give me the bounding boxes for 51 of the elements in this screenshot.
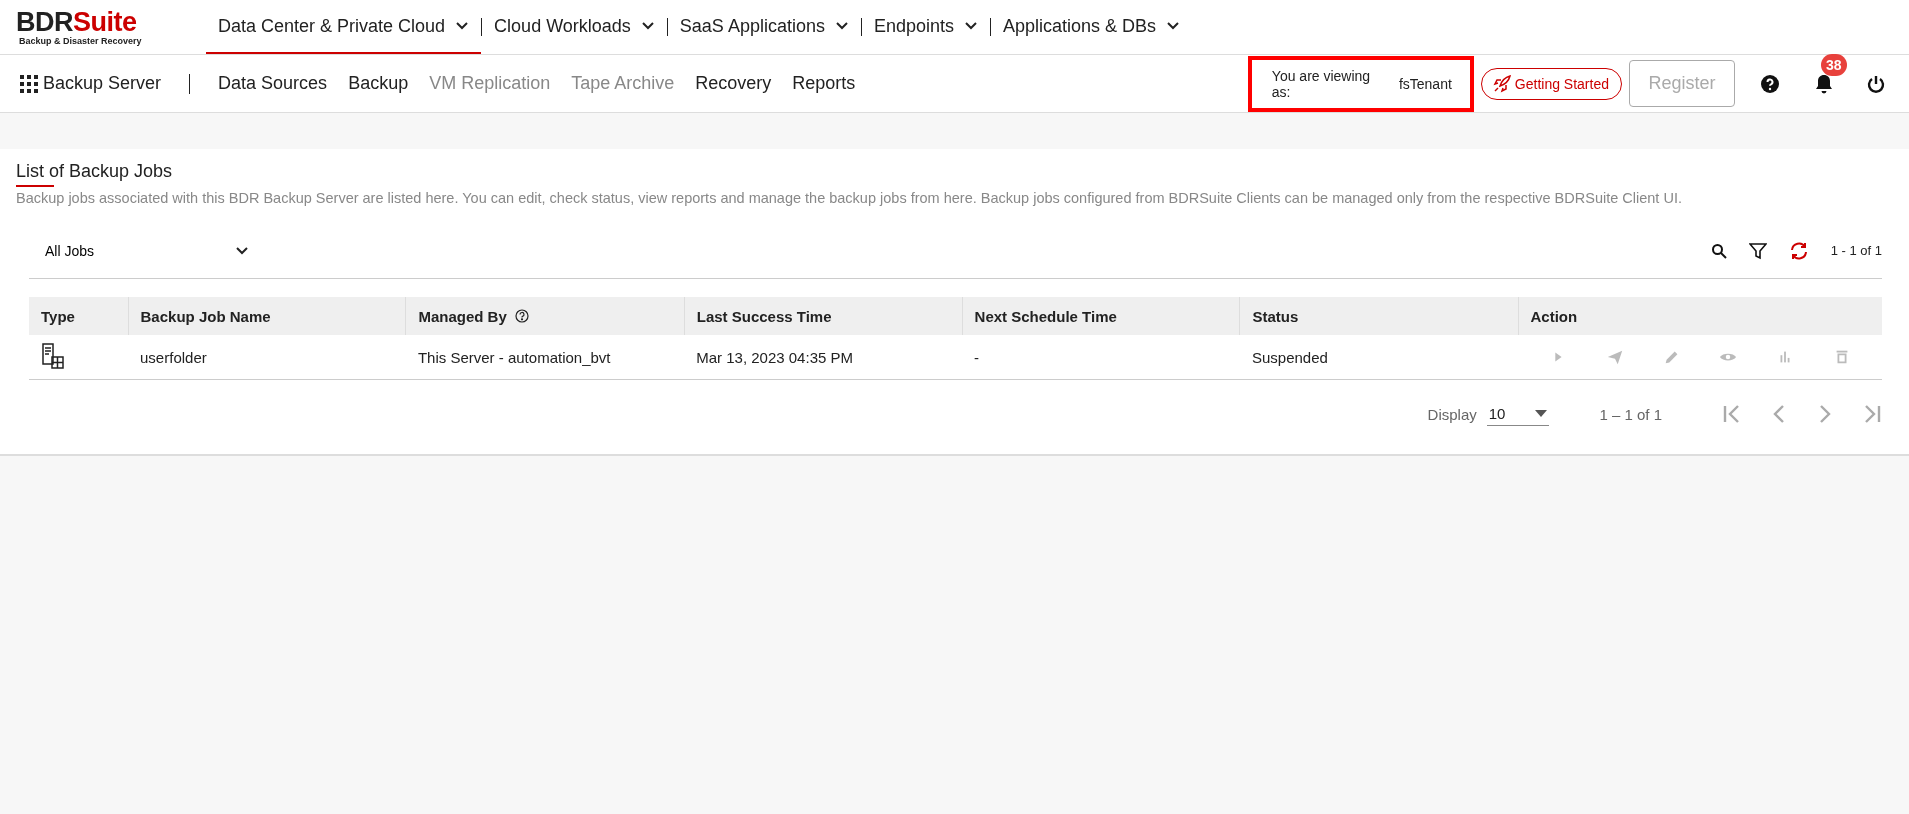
refresh-icon[interactable] — [1788, 241, 1809, 260]
nav-link[interactable]: Data Sources — [218, 73, 328, 94]
help-icon[interactable] — [1761, 74, 1779, 93]
page-description: Backup jobs associated with this BDR Backup Server are listed here. You can edit, check status, view reports and manage the backup jobs from here. Backup jobs configured from BDRSuite Clients can be managed only from the respective BDRSuite Client UI. — [16, 190, 1683, 206]
table-cell: This Server - automation_bvt — [405, 335, 685, 380]
job-filter-dropdown[interactable]: All Jobs — [29, 242, 251, 259]
chevron-down-icon — [640, 21, 655, 31]
column-header: Managed By — [405, 297, 685, 335]
table-cell: userfolder — [128, 335, 406, 380]
tenant-name: fsTenant — [1398, 75, 1452, 92]
nav-tab[interactable]: SaaS Applications — [667, 0, 861, 54]
nav-link[interactable]: Reports — [792, 73, 856, 94]
column-header: Status — [1239, 297, 1518, 335]
filter-icon[interactable] — [1748, 241, 1767, 260]
grid-icon — [20, 74, 38, 93]
notification-badge: 38 — [1821, 53, 1847, 76]
file-server-icon — [41, 342, 65, 369]
nav-tab[interactable]: Applications & DBs — [991, 0, 1193, 54]
chevron-down-icon — [964, 21, 978, 31]
page-range: 1 – 1 of 1 — [1599, 405, 1662, 423]
chevron-down-icon — [455, 21, 470, 31]
nav-link[interactable]: Recovery — [695, 73, 772, 94]
bell-icon[interactable] — [1815, 73, 1833, 94]
product-menu[interactable]: Backup Server — [20, 73, 162, 94]
page-title: List of Backup Jobs — [16, 161, 173, 182]
viewing-as-label: You are viewing as: — [1271, 67, 1372, 100]
display-label: Display — [1427, 405, 1477, 423]
column-header: Last Success Time — [684, 297, 963, 335]
chevron-down-icon — [834, 21, 849, 31]
rocket-icon — [1491, 73, 1512, 94]
caret-down-icon — [1535, 410, 1548, 417]
result-count: 1 - 1 of 1 — [1830, 243, 1882, 258]
column-header: Action — [1518, 297, 1882, 335]
brand-logo: BDRSuite — [16, 8, 138, 36]
column-header: Backup Job Name — [128, 297, 406, 335]
search-icon[interactable] — [1710, 242, 1727, 259]
chevron-down-icon — [1166, 21, 1181, 31]
column-header: Next Schedule Time — [962, 297, 1240, 335]
help-circle-icon[interactable] — [514, 308, 529, 323]
chevron-down-icon — [235, 245, 249, 256]
nav-tab[interactable]: Endpoints — [861, 0, 990, 54]
table-cell: Mar 13, 2023 04:35 PM — [684, 335, 963, 380]
power-icon[interactable] — [1867, 74, 1885, 93]
table-cell: - — [962, 335, 1240, 380]
brand-tagline: Backup & Disaster Recovery — [19, 35, 143, 46]
page-size-dropdown[interactable]: 10 — [1486, 402, 1550, 426]
column-header: Type — [29, 297, 129, 335]
nav-link[interactable]: Backup — [348, 73, 409, 94]
table-cell: Suspended — [1239, 335, 1518, 380]
getting-started-button[interactable]: Getting Started — [1480, 67, 1622, 100]
nav-tab[interactable]: Cloud Workloads — [482, 0, 667, 54]
